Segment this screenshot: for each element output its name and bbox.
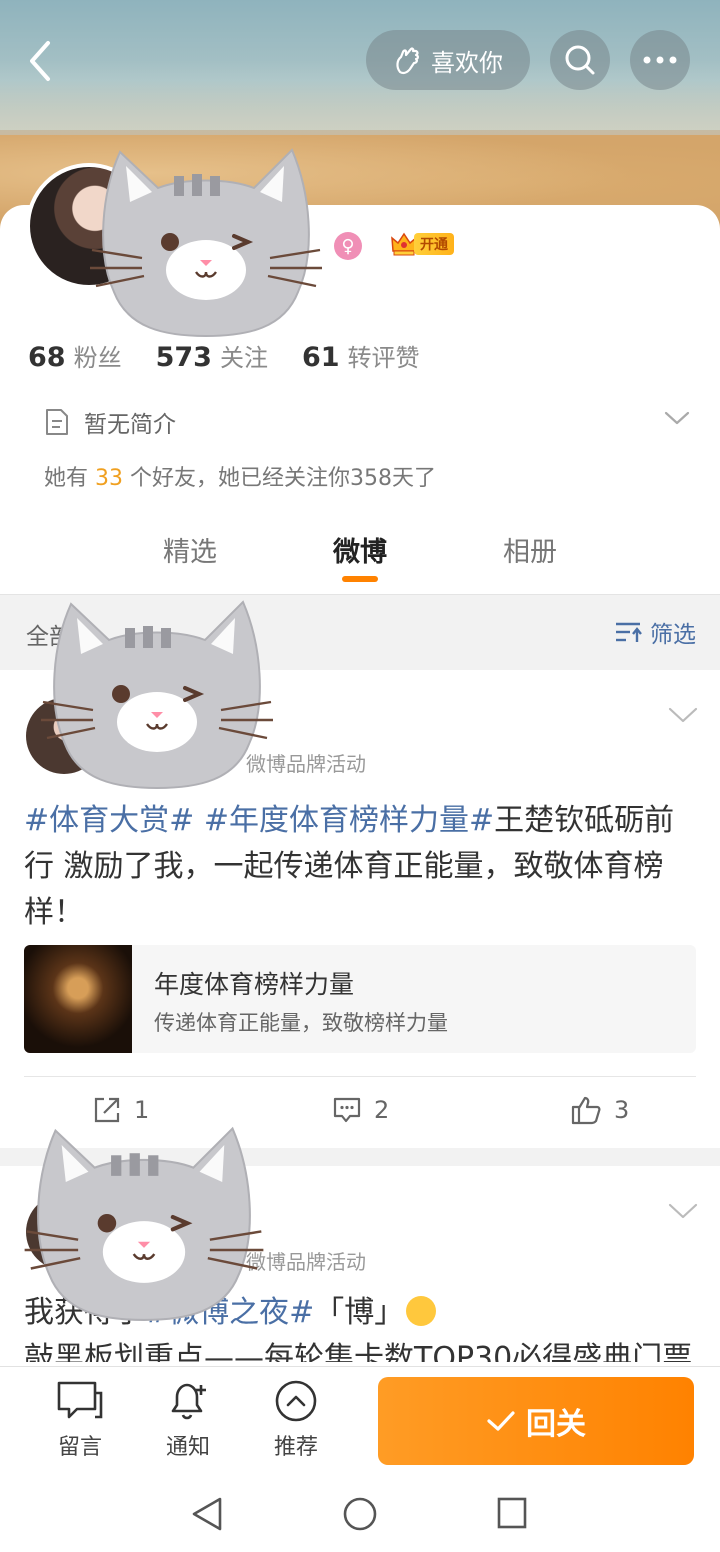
like-you-label: 喜欢你 [431,48,503,77]
bio-text: 暂无简介 [84,412,176,438]
profile-stats: 68 粉丝 573 关注 61 转评赞 [28,338,454,382]
comment-button[interactable]: 2 [332,1095,389,1125]
topic-thumbnail [24,945,132,1053]
like-count: 3 [614,1096,630,1124]
more-dots-icon [643,56,677,64]
bottom-action-bar: 留言 通知 推荐 回关 [0,1366,720,1476]
notify-label: 通知 [165,1435,210,1460]
search-icon [565,45,595,75]
cat-sticker-icon [90,148,322,338]
chevron-down-icon[interactable] [668,706,698,724]
followers-count[interactable]: 68 [28,342,66,373]
following-count[interactable]: 573 [156,342,212,373]
friends-info: 她有 33 个好友，她已经关注你358天了 [44,460,436,492]
friends-suffix: 个好友，她已经关注你358天了 [130,466,437,491]
tab-weibo[interactable]: 微博 [333,530,387,569]
nav-home-icon[interactable] [342,1496,378,1532]
message-button[interactable]: 留言 [40,1379,120,1461]
topic-subtitle: 传递体育正能量，致敬榜样力量 [154,1011,448,1035]
divider [24,1076,696,1077]
filter-label: 筛选 [650,622,696,648]
followers-label[interactable]: 粉丝 [74,338,122,373]
follow-back-label: 回关 [526,1407,586,1442]
system-nav-bar [0,1476,720,1552]
thumbs-up-icon [571,1096,601,1125]
search-button[interactable] [550,30,610,90]
recommend-button[interactable]: 推荐 [256,1379,336,1461]
back-button[interactable] [20,36,60,86]
nav-back-icon[interactable] [190,1496,224,1532]
interactions-label[interactable]: 转评赞 [348,338,420,373]
message-icon [57,1381,103,1419]
post-text-rest: 敲黑板划重点——每轮集卡数TOP30必得盛典门票 [24,1341,693,1362]
following-label[interactable]: 关注 [220,338,268,373]
comment-icon [333,1097,361,1123]
checkmark-icon [487,1411,515,1431]
hand-heart-icon [396,47,419,75]
cat-sticker-icon [41,600,273,790]
comment-count: 2 [374,1096,390,1124]
bell-plus-icon [171,1383,206,1420]
document-icon [46,409,68,435]
female-gender-icon: ♀ [334,232,362,260]
emoji-icon [406,1296,437,1326]
recommend-label: 推荐 [273,1435,318,1460]
vip-open-badge[interactable]: 开通 [390,230,464,258]
chevron-down-icon[interactable] [664,410,690,426]
friends-prefix: 她有 [44,466,89,491]
cover-sea [0,60,720,130]
message-label: 留言 [57,1435,102,1460]
friends-count[interactable]: 33 [95,466,123,491]
topic-link-card[interactable]: 年度体育榜样力量 传递体育正能量，致敬榜样力量 [24,945,696,1053]
hashtag-link[interactable]: #体育大赏# [24,803,194,838]
bio-row[interactable]: 暂无简介 [44,402,694,442]
interactions-count[interactable]: 61 [302,342,340,373]
back-arrow-icon [30,41,50,81]
topic-title: 年度体育榜样力量 [154,970,355,999]
chevron-down-icon[interactable] [668,1202,698,1220]
hashtag-link[interactable]: #年度体育榜样力量# [204,803,494,838]
post-text: #体育大赏# #年度体育榜样力量#王楚钦砥砺前行 激励了我，一起传递体育正能量，… [24,798,700,936]
tab-featured[interactable]: 精选 [163,530,217,569]
vip-label: 开通 [414,233,454,255]
notify-button[interactable]: 通知 [148,1379,228,1461]
active-tab-indicator [342,576,378,582]
nav-recents-icon[interactable] [496,1496,528,1530]
chevron-up-circle-icon [275,1380,317,1422]
filter-button[interactable]: 筛选 [614,615,696,649]
like-button[interactable]: 3 [570,1095,629,1125]
follow-back-button[interactable]: 回关 [378,1377,694,1465]
tab-album[interactable]: 相册 [503,530,557,569]
more-button[interactable] [630,30,690,90]
cat-sticker-icon [24,1126,264,1321]
post-text-quote: 「博」 [314,1295,405,1330]
filter-sort-icon [616,622,642,642]
like-you-button[interactable]: 喜欢你 [366,30,530,90]
